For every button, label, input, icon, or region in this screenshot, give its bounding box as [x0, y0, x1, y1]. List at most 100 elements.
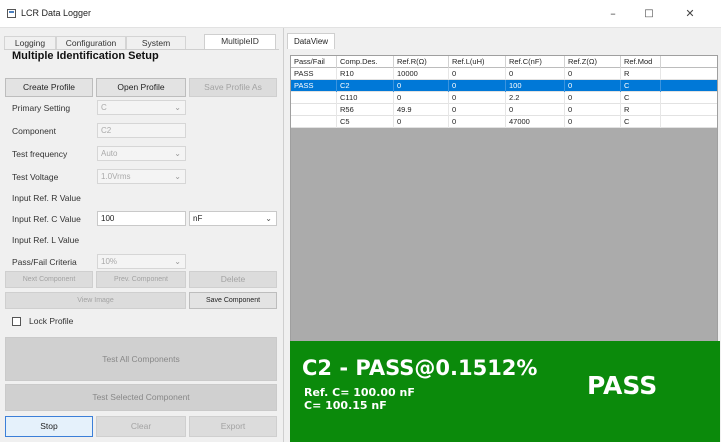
save-component-button[interactable]: Save Component — [189, 292, 277, 309]
delete-button[interactable]: Delete — [189, 271, 277, 288]
pass-fail-label: Pass/Fail Criteria — [12, 257, 77, 267]
table-cell: 0 — [506, 104, 565, 116]
tab-strip: Logging Configuration System MultipleID — [4, 34, 282, 50]
ref-c-input[interactable]: 100 — [97, 211, 186, 226]
lock-profile-checkbox[interactable] — [12, 317, 21, 326]
table-cell: C5 — [337, 116, 394, 128]
column-header: Ref.C(nF) — [506, 56, 565, 68]
table-cell: 0 — [565, 116, 621, 128]
title-bar: LCR Data Logger – □ ✕ — [0, 0, 721, 28]
table-cell: C — [621, 80, 661, 92]
table-cell: 10000 — [394, 68, 449, 80]
app-icon — [7, 9, 16, 18]
table-cell: R — [621, 68, 661, 80]
table-row[interactable]: PASS C2 0 0 100 0 C — [291, 80, 717, 92]
column-header: Pass/Fail — [291, 56, 337, 68]
tab-dataview[interactable]: DataView — [287, 33, 335, 49]
component-field[interactable]: C2 — [97, 123, 186, 138]
ref-c-unit-value: nF — [193, 214, 203, 223]
chevron-down-icon: ⌄ — [265, 214, 272, 223]
table-cell: C110 — [337, 92, 394, 104]
test-voltage-select[interactable]: 1.0Vrms ⌄ — [97, 169, 186, 184]
export-button[interactable]: Export — [189, 416, 277, 437]
table-cell: C — [621, 92, 661, 104]
table-cell: 0 — [506, 68, 565, 80]
table-cell: 0 — [565, 92, 621, 104]
chevron-down-icon: ⌄ — [174, 257, 181, 266]
test-voltage-label: Test Voltage — [12, 172, 59, 182]
ref-r-label: Input Ref. R Value — [12, 193, 81, 203]
table-row[interactable]: C5 0 0 47000 0 C — [291, 116, 717, 128]
table-header-row[interactable]: Pass/Fail Comp.Des. Ref.R(Ω) Ref.L(uH) Ref.C… — [291, 56, 717, 68]
result-status: PASS — [587, 371, 658, 400]
setup-panel: Logging Configuration System MultipleID … — [0, 28, 282, 442]
column-header: Ref.R(Ω) — [394, 56, 449, 68]
stop-button[interactable]: Stop — [5, 416, 93, 437]
table-row[interactable]: PASS R10 10000 0 0 0 R — [291, 68, 717, 80]
chevron-down-icon: ⌄ — [174, 149, 181, 158]
data-grid[interactable]: Pass/Fail Comp.Des. Ref.R(Ω) Ref.L(uH) Ref.C… — [290, 55, 718, 353]
tab-multipleid[interactable]: MultipleID — [204, 34, 276, 50]
table-cell: 0 — [449, 92, 506, 104]
table-cell: 0 — [394, 80, 449, 92]
table-row[interactable]: C110 0 0 2.2 0 C — [291, 92, 717, 104]
create-profile-button[interactable]: Create Profile — [5, 78, 93, 97]
close-button[interactable]: ✕ — [673, 5, 707, 23]
test-selected-component-button[interactable]: Test Selected Component — [5, 384, 277, 411]
table-cell: 0 — [394, 92, 449, 104]
ref-c-unit-select[interactable]: nF ⌄ — [189, 211, 277, 226]
test-all-components-button[interactable]: Test All Components — [5, 337, 277, 381]
test-frequency-label: Test frequency — [12, 149, 68, 159]
test-frequency-select[interactable]: Auto ⌄ — [97, 146, 186, 161]
minimize-button[interactable]: – — [596, 5, 630, 23]
table-cell: 0 — [565, 68, 621, 80]
save-profile-as-button[interactable]: Save Profile As — [189, 78, 277, 97]
table-cell: 0 — [449, 104, 506, 116]
table-cell: C2 — [337, 80, 394, 92]
window-title: LCR Data Logger — [21, 8, 92, 18]
table-cell: 47000 — [506, 116, 565, 128]
table-cell: R — [621, 104, 661, 116]
table-cell: 0 — [565, 104, 621, 116]
column-header: Ref.L(uH) — [449, 56, 506, 68]
setup-title: Multiple Identification Setup — [12, 50, 159, 62]
column-header: Comp.Des. — [337, 56, 394, 68]
primary-setting-select[interactable]: C ⌄ — [97, 100, 186, 115]
tab-system[interactable]: System — [126, 36, 186, 50]
open-profile-button[interactable]: Open Profile — [96, 78, 186, 97]
tab-logging[interactable]: Logging — [4, 36, 56, 50]
table-cell: 2.2 — [506, 92, 565, 104]
table-cell: 0 — [449, 68, 506, 80]
table-row[interactable]: R56 49.9 0 0 0 R — [291, 104, 717, 116]
table-cell: R56 — [337, 104, 394, 116]
result-headline: C2 - PASS@0.1512% — [302, 356, 538, 380]
chevron-down-icon: ⌄ — [174, 172, 181, 181]
test-frequency-value: Auto — [101, 149, 118, 158]
table-cell: 0 — [394, 116, 449, 128]
table-cell: 100 — [506, 80, 565, 92]
table-cell: 0 — [449, 116, 506, 128]
dataview-panel: DataView Pass/Fail Comp.Des. Ref.R(Ω) Ref.L… — [283, 28, 721, 442]
maximize-button[interactable]: □ — [632, 5, 666, 23]
table-cell: R10 — [337, 68, 394, 80]
column-header: Ref.Mod — [621, 56, 661, 68]
table-cell — [291, 116, 337, 128]
ref-l-label: Input Ref. L Value — [12, 235, 80, 245]
column-header: Ref.Z(Ω) — [565, 56, 621, 68]
pass-fail-value: 10% — [101, 257, 118, 266]
table-cell — [291, 92, 337, 104]
tab-configuration[interactable]: Configuration — [56, 36, 126, 50]
next-component-button[interactable]: Next Component — [5, 271, 93, 288]
table-cell: PASS — [291, 80, 337, 92]
pass-fail-select[interactable]: 10% ⌄ — [97, 254, 186, 269]
view-image-button[interactable]: View Image — [5, 292, 186, 309]
primary-setting-label: Primary Setting — [12, 103, 71, 113]
table-cell: 49.9 — [394, 104, 449, 116]
result-panel: C2 - PASS@0.1512% Ref. C= 100.00 nF C= 1… — [290, 341, 720, 442]
lock-profile-label: Lock Profile — [29, 316, 74, 326]
result-reference: Ref. C= 100.00 nF — [304, 386, 415, 399]
test-voltage-value: 1.0Vrms — [101, 172, 131, 181]
table-cell: PASS — [291, 68, 337, 80]
clear-button[interactable]: Clear — [96, 416, 186, 437]
prev-component-button[interactable]: Prev. Component — [96, 271, 186, 288]
